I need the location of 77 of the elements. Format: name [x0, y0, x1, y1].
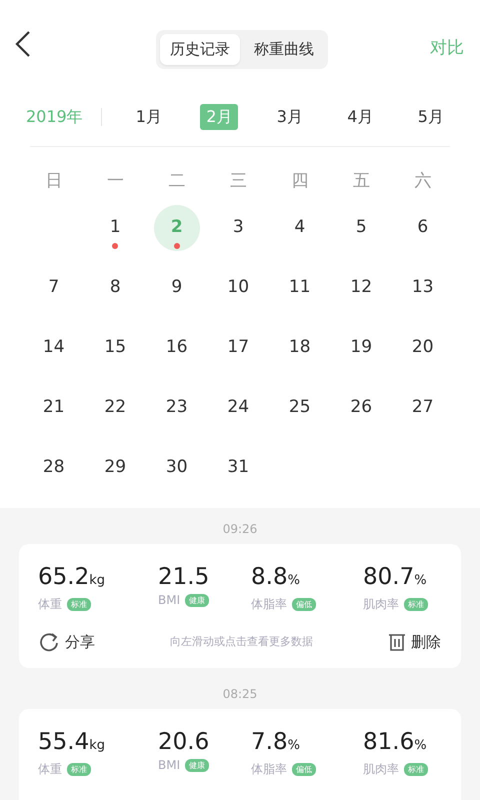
calendar-day[interactable]: 5 [338, 205, 384, 251]
calendar-day[interactable]: 8 [92, 265, 138, 311]
month-tab[interactable]: 5月 [412, 104, 450, 130]
back-button[interactable] [14, 30, 32, 58]
metric-label: BMI [158, 592, 180, 609]
calendar-day[interactable]: 30 [154, 445, 200, 491]
status-tag: 标准 [404, 762, 428, 776]
metric-value: 65.2 kg [38, 564, 106, 592]
record-card[interactable]: 55.4kg 体重 标准 20.6 BMI 健康 7.8% 体脂率 偏低 81.6% 肌肉率 标准 [19, 709, 461, 800]
calendar-day[interactable]: 26 [338, 385, 384, 431]
calendar-day[interactable]: 27 [400, 385, 446, 431]
calendar-day[interactable]: 18 [276, 325, 323, 371]
calendar-day[interactable]: 17 [215, 325, 262, 371]
calendar-day[interactable]: 4 [276, 205, 323, 251]
swipe-hint: 向左滑动或点击查看更多数据 [170, 634, 313, 650]
status-tag: 偏低 [292, 598, 316, 610]
calendar-day[interactable]: 25 [276, 385, 323, 431]
calendar-day[interactable]: 19 [338, 325, 384, 371]
metric-value: 20.6 [158, 729, 210, 755]
metric-label: 体脂率 [251, 761, 287, 778]
calendar-day[interactable]: 29 [92, 445, 138, 491]
weekday-label: 四 [290, 170, 310, 193]
metric-label: 体重 [38, 596, 62, 613]
weekday-label: 一 [106, 170, 125, 193]
metric-value: 80.7% [363, 564, 428, 592]
metric-label: 体重 [38, 761, 62, 778]
tab[interactable]: 历史记录 [160, 34, 240, 64]
calendar-day[interactable]: 23 [154, 385, 200, 431]
calendar-day[interactable]: 10 [215, 265, 262, 311]
month-tab[interactable]: 1月 [130, 104, 168, 130]
calendar-day[interactable]: 24 [215, 385, 262, 431]
trash-icon [388, 632, 406, 652]
status-tag: 标准 [404, 598, 428, 610]
record-time: 09:26 [222, 521, 258, 538]
calendar-day[interactable]: 1 [92, 205, 138, 251]
record-time: 08:25 [222, 686, 258, 703]
status-tag: 标准 [67, 762, 91, 776]
metric-label: BMI [158, 757, 180, 774]
metric-label: 肌肉率 [363, 761, 399, 778]
month-tab[interactable]: 4月 [341, 104, 380, 130]
calendar-day[interactable]: 11 [276, 265, 323, 311]
calendar-day[interactable]: 7 [30, 265, 77, 311]
metric-value: 55.4kg [38, 729, 106, 757]
status-tag: 健康 [185, 758, 210, 772]
weekday-label: 五 [352, 170, 371, 193]
status-tag: 健康 [185, 594, 210, 606]
calendar-day[interactable]: 20 [400, 325, 446, 371]
record-card[interactable]: 65.2 kg 体重 标准 21.5 BMI 健康 8.8% 体脂率 偏低 80.7% 肌肉率 标准 分享 向左滑动或点击查看更多数据 删除 [19, 544, 461, 668]
refresh-arrow-icon [38, 631, 60, 654]
status-tag: 标准 [67, 598, 91, 610]
month-tab[interactable]: 3月 [270, 104, 309, 130]
metric-value: 81.6% [363, 729, 428, 757]
calendar-day[interactable]: 12 [338, 265, 384, 311]
calendar-day[interactable]: 22 [92, 385, 138, 431]
metric-value: 8.8% [251, 564, 301, 592]
calendar-day[interactable]: 31 [215, 445, 262, 491]
status-tag: 偏低 [292, 762, 316, 776]
calendar-day[interactable]: 6 [400, 205, 446, 251]
calendar-day[interactable]: 28 [30, 445, 77, 491]
calendar-day[interactable]: 16 [154, 325, 200, 371]
weekday-label: 日 [44, 170, 64, 193]
weekday-label: 六 [413, 170, 432, 193]
share-button[interactable]: 分享 [38, 631, 95, 654]
metric-label: 体脂率 [251, 596, 287, 613]
delete-button[interactable]: 删除 [388, 631, 441, 654]
calendar-day[interactable]: 3 [215, 205, 262, 251]
calendar-day[interactable]: 21 [30, 385, 77, 431]
metric-value: 7.8% [251, 729, 301, 757]
weekday-label: 二 [167, 170, 186, 193]
calendar-day[interactable]: 13 [400, 265, 446, 311]
weekday-label: 三 [228, 170, 248, 193]
metric-label: 肌肉率 [363, 596, 399, 613]
calendar-day[interactable]: 9 [154, 265, 200, 311]
calendar-day[interactable]: 14 [30, 325, 77, 371]
metric-value: 21.5 [158, 564, 210, 590]
tab[interactable]: 称重曲线 [244, 34, 324, 64]
calendar-day[interactable]: 15 [92, 325, 138, 371]
